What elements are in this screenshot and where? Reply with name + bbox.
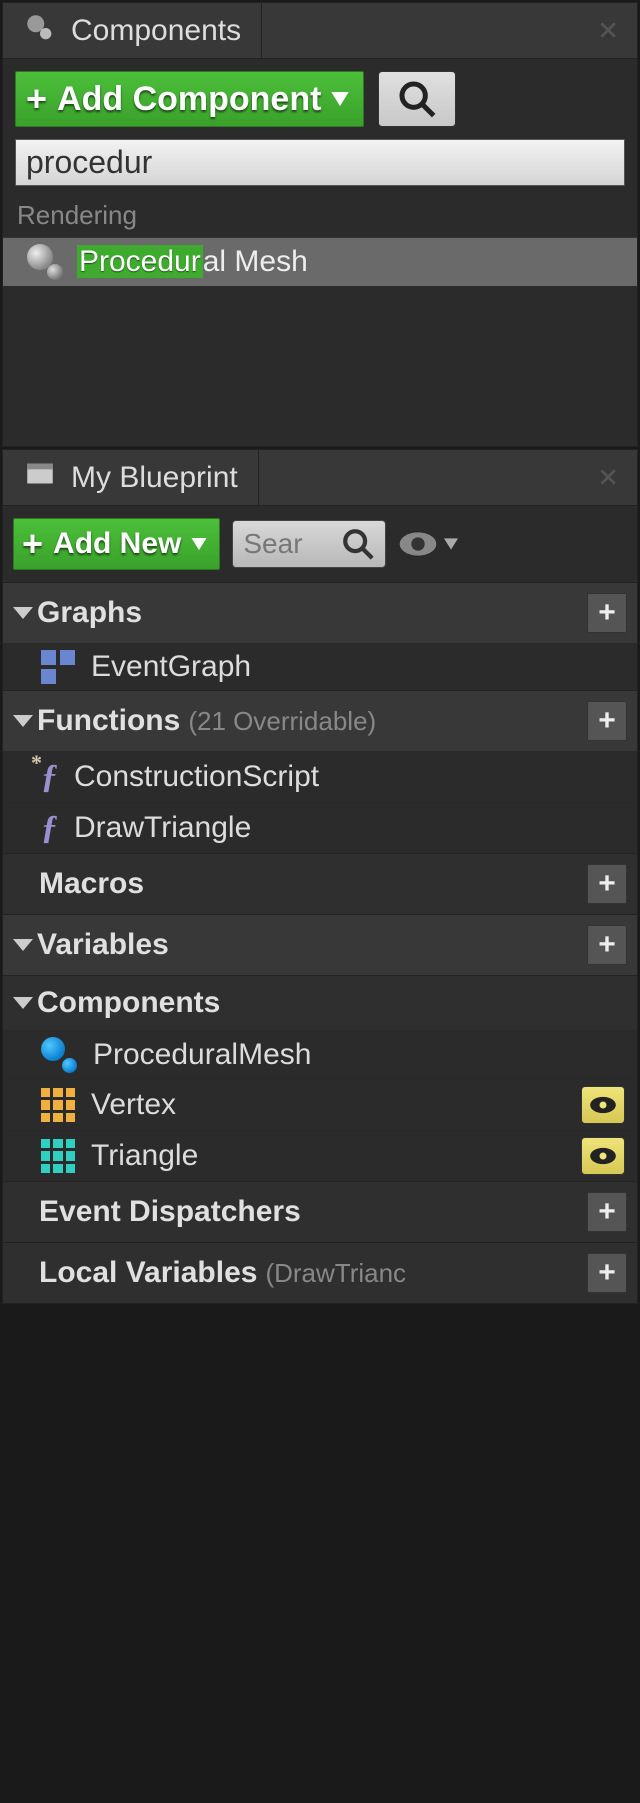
result-rest: al Mesh xyxy=(203,245,308,278)
eye-icon xyxy=(398,530,438,558)
chevron-down-icon xyxy=(191,538,207,550)
triangle-label: Triangle xyxy=(91,1139,198,1173)
procedural-mesh-label: ProceduralMesh xyxy=(93,1038,311,1072)
component-icon xyxy=(27,244,63,280)
components-tab-icon xyxy=(23,11,57,50)
expand-icon xyxy=(13,607,33,619)
macros-section[interactable]: Macros + xyxy=(3,853,637,914)
construction-script-label: ConstructionScript xyxy=(74,760,319,794)
components-vars-label: Components xyxy=(37,986,220,1020)
add-graph-button[interactable]: + xyxy=(587,593,627,633)
add-component-label: Add Component xyxy=(57,80,321,119)
components-panel: Components ✕ + Add Component Rendering P… xyxy=(2,2,638,447)
my-blueprint-search[interactable] xyxy=(232,520,386,568)
add-component-button[interactable]: + Add Component xyxy=(15,71,364,127)
local-variables-context: (DrawTrianc xyxy=(265,1258,406,1289)
event-dispatchers-label: Event Dispatchers xyxy=(39,1195,301,1229)
macros-label: Macros xyxy=(39,867,144,901)
my-blueprint-search-input[interactable] xyxy=(243,528,333,560)
close-icon[interactable]: ✕ xyxy=(597,462,619,493)
search-result-procedural-mesh[interactable]: Procedural Mesh xyxy=(3,238,637,286)
draw-triangle-label: DrawTriangle xyxy=(74,811,251,845)
array-var-icon xyxy=(41,1088,75,1122)
component-var-icon xyxy=(41,1037,77,1073)
component-search-input[interactable] xyxy=(15,139,625,186)
construction-script-item[interactable]: ƒ ConstructionScript xyxy=(3,751,637,802)
add-new-button[interactable]: + Add New xyxy=(13,518,220,570)
visibility-filter-button[interactable] xyxy=(398,530,458,558)
event-graph-item[interactable]: EventGraph xyxy=(3,643,637,690)
instance-editable-toggle[interactable] xyxy=(581,1137,625,1175)
functions-count: (21 Overridable) xyxy=(188,706,376,737)
chevron-down-icon xyxy=(444,538,458,550)
event-graph-label: EventGraph xyxy=(91,650,251,684)
procedural-mesh-var[interactable]: ProceduralMesh xyxy=(3,1030,637,1079)
components-toolbar: + Add Component xyxy=(3,59,637,139)
event-dispatchers-section[interactable]: Event Dispatchers + xyxy=(3,1181,637,1242)
search-icon xyxy=(341,527,375,561)
tab-bar: Components ✕ xyxy=(3,3,637,59)
search-button[interactable] xyxy=(378,71,456,127)
my-blueprint-toolbar: + Add New xyxy=(3,506,637,582)
result-highlight: Procedur xyxy=(77,245,203,278)
blueprint-tab-icon xyxy=(23,458,57,497)
search-icon xyxy=(397,79,437,119)
add-new-label: Add New xyxy=(53,527,181,561)
graphs-section[interactable]: Graphs + xyxy=(3,582,637,643)
function-icon: ƒ xyxy=(41,809,58,847)
functions-label: Functions xyxy=(37,704,180,738)
array-var-icon xyxy=(41,1139,75,1173)
graph-icon xyxy=(41,650,75,684)
instance-editable-toggle[interactable] xyxy=(581,1086,625,1124)
local-variables-label: Local Variables xyxy=(39,1256,257,1290)
expand-icon xyxy=(13,997,33,1009)
expand-icon xyxy=(13,939,33,951)
components-tab-title: Components xyxy=(71,14,241,48)
variables-section[interactable]: Variables + xyxy=(3,914,637,975)
chevron-down-icon xyxy=(331,92,349,106)
plus-icon: + xyxy=(26,78,47,120)
functions-section[interactable]: Functions (21 Overridable) + xyxy=(3,690,637,751)
my-blueprint-tab[interactable]: My Blueprint xyxy=(3,450,259,505)
category-rendering: Rendering xyxy=(3,192,637,238)
draw-triangle-item[interactable]: ƒ DrawTriangle xyxy=(3,802,637,853)
tab-bar: My Blueprint ✕ xyxy=(3,450,637,506)
add-variable-button[interactable]: + xyxy=(587,925,627,965)
add-function-button[interactable]: + xyxy=(587,701,627,741)
add-event-dispatcher-button[interactable]: + xyxy=(587,1192,627,1232)
my-blueprint-title: My Blueprint xyxy=(71,461,238,495)
vertex-var[interactable]: Vertex xyxy=(3,1079,637,1130)
plus-icon: + xyxy=(22,523,43,565)
my-blueprint-panel: My Blueprint ✕ + Add New Graphs xyxy=(2,449,638,1304)
function-icon: ƒ xyxy=(41,758,58,796)
eye-icon xyxy=(589,1095,617,1115)
eye-icon xyxy=(589,1146,617,1166)
expand-icon xyxy=(13,715,33,727)
local-variables-section[interactable]: Local Variables (DrawTrianc + xyxy=(3,1242,637,1303)
vertex-label: Vertex xyxy=(91,1088,176,1122)
result-text: Procedural Mesh xyxy=(77,245,308,279)
components-vars-section[interactable]: Components xyxy=(3,975,637,1030)
variables-label: Variables xyxy=(37,928,169,962)
components-tab[interactable]: Components xyxy=(3,3,262,58)
panel-spacer xyxy=(3,286,637,446)
add-local-variable-button[interactable]: + xyxy=(587,1253,627,1293)
close-icon[interactable]: ✕ xyxy=(597,15,619,46)
add-macro-button[interactable]: + xyxy=(587,864,627,904)
triangle-var[interactable]: Triangle xyxy=(3,1130,637,1181)
graphs-label: Graphs xyxy=(37,596,142,630)
